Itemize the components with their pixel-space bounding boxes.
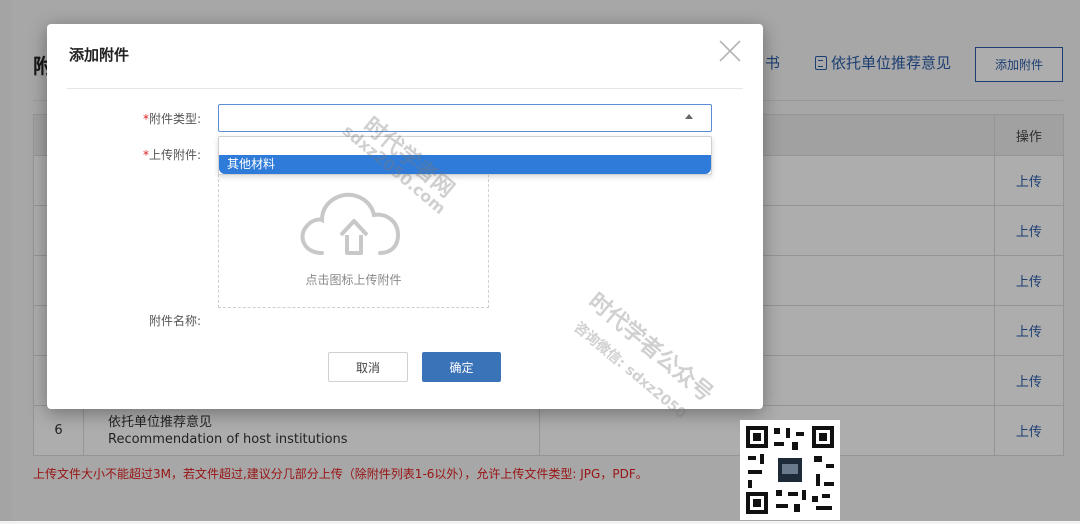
cancel-button[interactable]: 取消	[328, 352, 408, 382]
dialog-divider	[67, 88, 743, 89]
type-label: *附件类型:	[142, 112, 201, 126]
upload-dropzone[interactable]: 点击图标上传附件	[218, 164, 489, 308]
attachment-type-select[interactable]	[218, 104, 712, 132]
confirm-button[interactable]: 确定	[422, 352, 501, 382]
close-icon[interactable]	[717, 38, 743, 64]
dialog-title: 添加附件	[69, 46, 130, 64]
caret-up-icon	[685, 114, 693, 119]
upload-label: *上传附件:	[142, 148, 201, 162]
cloud-upload-icon[interactable]	[294, 175, 414, 269]
type-dropdown-menu: 其他材料	[218, 136, 712, 175]
name-label: 附件名称:	[148, 314, 201, 328]
qr-code-image	[740, 420, 840, 520]
dropdown-option[interactable]: 其他材料	[219, 155, 711, 174]
add-attachment-dialog: 添加附件 *附件类型: *上传附件: 点击图标上传附件 附件名称: 其他材料 取…	[47, 24, 763, 409]
upload-hint: 点击图标上传附件	[305, 273, 402, 287]
